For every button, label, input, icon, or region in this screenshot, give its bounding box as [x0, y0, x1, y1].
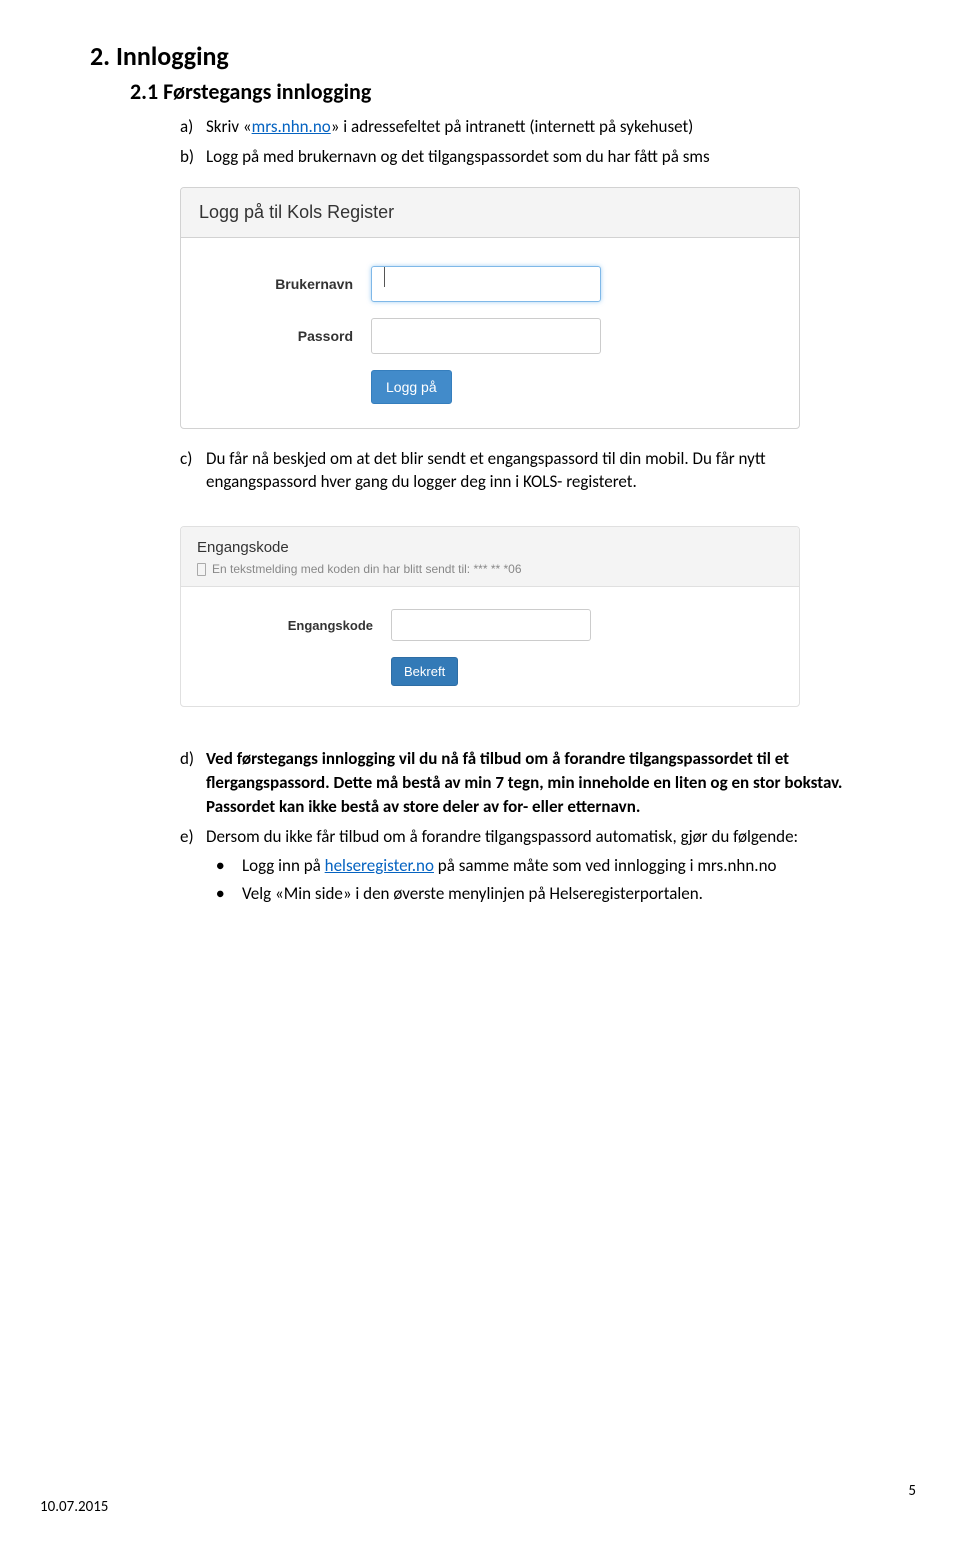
login-panel: Logg på til Kols Register Brukernavn Pas… [180, 187, 800, 429]
heading-3: 2.1 Førstegangs innlogging [130, 78, 870, 105]
list-marker: c) [180, 447, 206, 495]
helseregister-link[interactable]: helseregister.no [325, 855, 434, 876]
text: Ved førstegangs innlogging vil du nå få … [206, 747, 870, 818]
text: » i adressefeltet på intranett (internet… [331, 116, 694, 137]
username-label: Brukernavn [201, 276, 371, 292]
otp-code-label: Engangskode [201, 618, 391, 633]
bullet-item-1: ● Logg inn på helseregister.no på samme … [216, 854, 870, 878]
username-input[interactable] [371, 266, 601, 302]
list-item-e: e) Dersom du ikke får tilbud om å forand… [180, 825, 870, 849]
list-item-a: a) Skriv «mrs.nhn.no» i adressefeltet på… [180, 115, 870, 139]
bullet-icon: ● [216, 882, 242, 906]
list-marker: d) [180, 747, 206, 818]
text: Logg på med brukernavn og det tilgangspa… [206, 145, 870, 169]
text: Skriv « [206, 116, 252, 137]
footer-date: 10.07.2015 [40, 1498, 108, 1516]
text: Logg inn på [242, 855, 325, 876]
login-panel-title: Logg på til Kols Register [181, 188, 799, 238]
list-marker: a) [180, 115, 206, 139]
phone-icon [197, 563, 206, 576]
confirm-button[interactable]: Bekreft [391, 657, 458, 686]
list-item-d: d) Ved førstegangs innlogging vil du nå … [180, 747, 870, 818]
login-button[interactable]: Logg på [371, 370, 452, 404]
list-marker: b) [180, 145, 206, 169]
footer-page-number: 5 [908, 1482, 916, 1500]
otp-panel-title: Engangskode [197, 539, 783, 556]
text: Velg «Min side» i den øverste menylinjen… [242, 882, 703, 906]
mrs-nhn-link[interactable]: mrs.nhn.no [252, 116, 331, 137]
text: på samme måte som ved innlogging i mrs.n… [434, 855, 777, 876]
otp-code-input[interactable] [391, 609, 591, 641]
otp-message: En tekstmelding med koden din har blitt … [212, 562, 522, 576]
text: Dersom du ikke får tilbud om å forandre … [206, 825, 870, 849]
bullet-icon: ● [216, 854, 242, 878]
list-marker: e) [180, 825, 206, 849]
bullet-item-2: ● Velg «Min side» i den øverste menylinj… [216, 882, 870, 906]
password-label: Passord [201, 328, 371, 344]
text: Du får nå beskjed om at det blir sendt e… [206, 447, 870, 495]
list-item-b: b) Logg på med brukernavn og det tilgang… [180, 145, 870, 169]
list-item-c: c) Du får nå beskjed om at det blir send… [180, 447, 870, 495]
heading-2: 2. Innlogging [90, 40, 870, 72]
otp-panel: Engangskode En tekstmelding med koden di… [180, 526, 800, 707]
password-input[interactable] [371, 318, 601, 354]
